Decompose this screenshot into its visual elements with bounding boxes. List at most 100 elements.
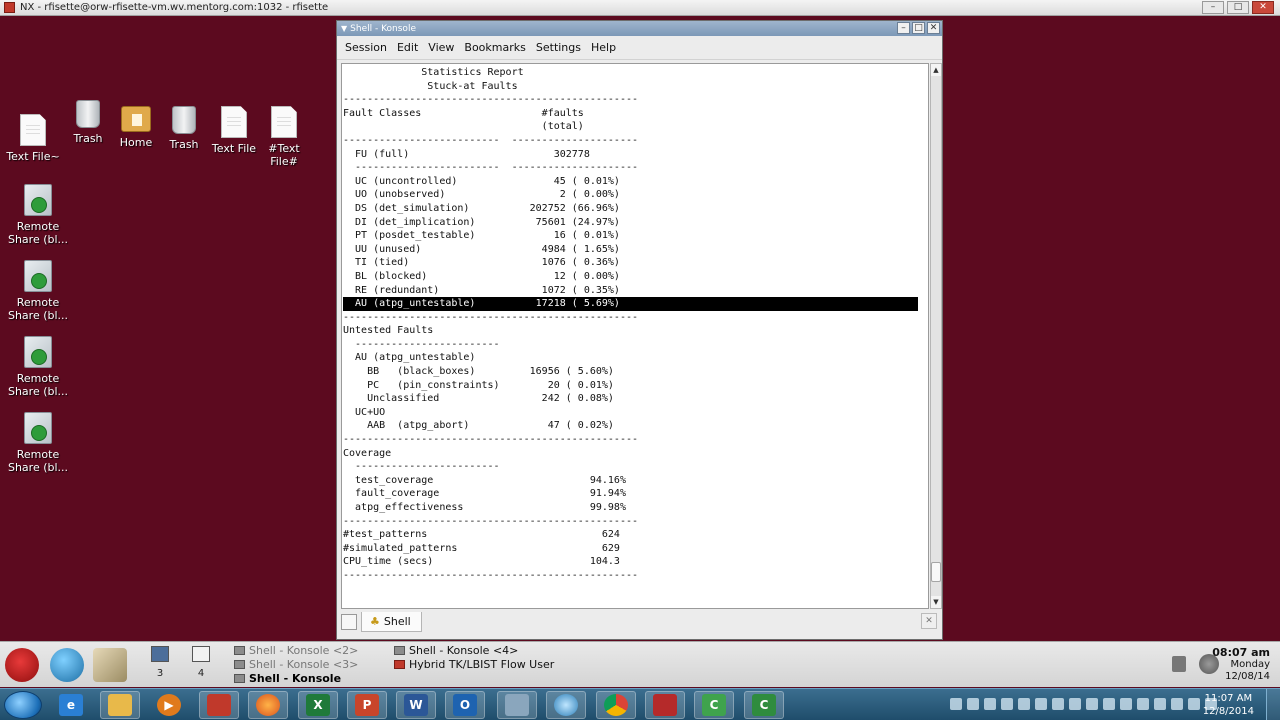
menu-view[interactable]: View xyxy=(423,41,459,54)
minimize-button[interactable]: – xyxy=(897,22,910,34)
workspace-4[interactable]: 4 xyxy=(184,646,218,684)
terminal-line: ------------------------ xyxy=(343,338,500,350)
terminal-lines: Statistics Report Stuck-at Faults -------… xyxy=(342,64,928,608)
task-shell-konsole-2[interactable]: Shell - Konsole <2> xyxy=(234,644,358,658)
remote-share-icon xyxy=(24,336,52,368)
konsole-title-bar[interactable]: ▼ Shell - Konsole – □ ✕ xyxy=(337,21,942,36)
task-hybrid-flow-user[interactable]: Hybrid TK/LBIST Flow User xyxy=(394,658,554,672)
desktop-icon-label: Remote Share (bl... xyxy=(7,448,69,474)
window-menu-icon[interactable]: ▼ xyxy=(341,24,347,33)
start-button[interactable] xyxy=(4,691,42,719)
task-shell-konsole[interactable]: Shell - Konsole xyxy=(234,672,341,686)
taskbar-powerpoint[interactable]: P xyxy=(347,691,387,719)
menu-settings[interactable]: Settings xyxy=(531,41,586,54)
tab-shell[interactable]: ♣ Shell xyxy=(361,612,422,632)
terminal-line: atpg_effectiveness 99.98% xyxy=(343,502,626,513)
taskbar-outlook[interactable]: O xyxy=(445,691,485,719)
text-file-icon xyxy=(20,114,46,146)
scrollbar-thumb[interactable] xyxy=(931,562,941,582)
text-file-icon xyxy=(221,106,247,138)
taskbar-chrome[interactable] xyxy=(596,691,636,719)
tray-icon[interactable] xyxy=(1188,698,1200,710)
terminal-line: -------------------------- -------------… xyxy=(343,134,639,146)
globe-icon xyxy=(554,694,578,716)
tray-icon[interactable] xyxy=(967,698,979,710)
tray-icon[interactable] xyxy=(1001,698,1013,710)
new-tab-button[interactable] xyxy=(341,614,357,630)
taskbar-ie[interactable]: e xyxy=(51,691,91,719)
taskbar-firefox[interactable] xyxy=(248,691,288,719)
mail-icon[interactable] xyxy=(93,648,127,682)
tray-icon[interactable] xyxy=(1018,698,1030,710)
network-icon xyxy=(505,694,529,716)
task-shell-konsole-3[interactable]: Shell - Konsole <3> xyxy=(234,658,358,672)
nx-minimize-button[interactable]: – xyxy=(1202,1,1224,14)
taskbar-filezilla[interactable] xyxy=(199,691,239,719)
menu-help[interactable]: Help xyxy=(586,41,621,54)
desktop-icon-remote-share-3[interactable]: Remote Share (bl... xyxy=(7,336,69,398)
maximize-button[interactable]: □ xyxy=(912,22,925,34)
clipboard-icon[interactable] xyxy=(1172,656,1186,672)
taskbar-camtasia[interactable]: C xyxy=(694,691,734,719)
tray-icon[interactable] xyxy=(1137,698,1149,710)
terminal-scrollbar[interactable]: ▲ ▼ xyxy=(930,63,942,609)
close-tab-button[interactable]: ✕ xyxy=(921,613,937,629)
redhat-menu-icon[interactable] xyxy=(5,648,39,682)
taskbar-globe[interactable] xyxy=(546,691,586,719)
powerpoint-icon: P xyxy=(355,694,379,716)
nx-close-button[interactable]: ✕ xyxy=(1252,1,1274,14)
workspace-3[interactable]: 3 xyxy=(143,646,177,684)
tray-icon[interactable] xyxy=(1086,698,1098,710)
tray-icon[interactable] xyxy=(1103,698,1115,710)
taskbar-media-player[interactable]: ▶ xyxy=(149,691,189,719)
nx-app-icon xyxy=(4,2,15,13)
remote-share-icon xyxy=(24,412,52,444)
taskbar-explorer[interactable] xyxy=(100,691,140,719)
nx-maximize-button[interactable]: □ xyxy=(1227,1,1249,14)
panel-clock-day: Monday xyxy=(1230,659,1270,670)
scroll-up-icon[interactable]: ▲ xyxy=(931,64,941,76)
menu-session[interactable]: Session xyxy=(340,41,392,54)
scroll-down-icon[interactable]: ▼ xyxy=(931,596,941,608)
tray-icon[interactable] xyxy=(1052,698,1064,710)
desktop-icon-remote-share-4[interactable]: Remote Share (bl... xyxy=(7,412,69,474)
taskbar-word[interactable]: W xyxy=(396,691,436,719)
konsole-window[interactable]: ▼ Shell - Konsole – □ ✕ Session Edit Vie… xyxy=(336,20,943,640)
taskbar-network[interactable] xyxy=(497,691,537,719)
shell-tab-icon: ♣ xyxy=(370,615,380,628)
outlook-icon: O xyxy=(453,694,477,716)
tray-icon[interactable] xyxy=(950,698,962,710)
taskbar-camtasia-recorder[interactable]: C xyxy=(744,691,784,719)
desktop-icon-remote-share-1[interactable]: Remote Share (bl... xyxy=(7,184,69,246)
terminal-line: UO (unobserved) 2 ( 0.00%) xyxy=(343,189,620,201)
tray-icon[interactable] xyxy=(1035,698,1047,710)
desktop-icon-text-file-autosave[interactable]: #Text File# xyxy=(254,106,314,168)
pdf-icon xyxy=(394,660,405,669)
task-shell-konsole-4[interactable]: Shell - Konsole <4> xyxy=(394,644,518,658)
konsole-icon xyxy=(234,646,245,655)
tray-icon[interactable] xyxy=(1069,698,1081,710)
konsole-menu-bar: Session Edit View Bookmarks Settings Hel… xyxy=(337,36,942,60)
show-desktop-button[interactable] xyxy=(1266,689,1280,720)
tray-icon[interactable] xyxy=(1120,698,1132,710)
tray-icon[interactable] xyxy=(1171,698,1183,710)
terminal-line: CPU_time (secs) 104.3 xyxy=(343,556,620,568)
terminal-line: AU (atpg_untestable) xyxy=(343,352,476,364)
konsole-icon xyxy=(234,660,245,669)
desktop-icon-text-file-backup[interactable]: Text File~ xyxy=(2,114,64,163)
tray-icon[interactable] xyxy=(1154,698,1166,710)
linux-panel: 3 4 Shell - Konsole <2> Shell - Konsole … xyxy=(0,641,1280,687)
menu-bookmarks[interactable]: Bookmarks xyxy=(459,41,530,54)
close-button[interactable]: ✕ xyxy=(927,22,940,34)
desktop-icon-remote-share-2[interactable]: Remote Share (bl... xyxy=(7,260,69,322)
menu-edit[interactable]: Edit xyxy=(392,41,423,54)
nx-title-bar[interactable]: NX - rfisette@orw-rfisette-vm.wv.mentorg… xyxy=(0,0,1280,16)
windows-clock[interactable]: 11:07 AM 12/8/2014 xyxy=(1203,692,1254,718)
taskbar-nx[interactable] xyxy=(645,691,685,719)
terminal-line: ----------------------------------------… xyxy=(343,94,639,106)
terminal-output[interactable]: Statistics Report Stuck-at Faults -------… xyxy=(341,63,929,609)
taskbar-excel[interactable]: X xyxy=(298,691,338,719)
tray-icon[interactable] xyxy=(984,698,996,710)
panel-clock[interactable]: 08:07 am Monday 12/08/14 xyxy=(1212,647,1270,683)
web-browser-icon[interactable] xyxy=(50,648,84,682)
